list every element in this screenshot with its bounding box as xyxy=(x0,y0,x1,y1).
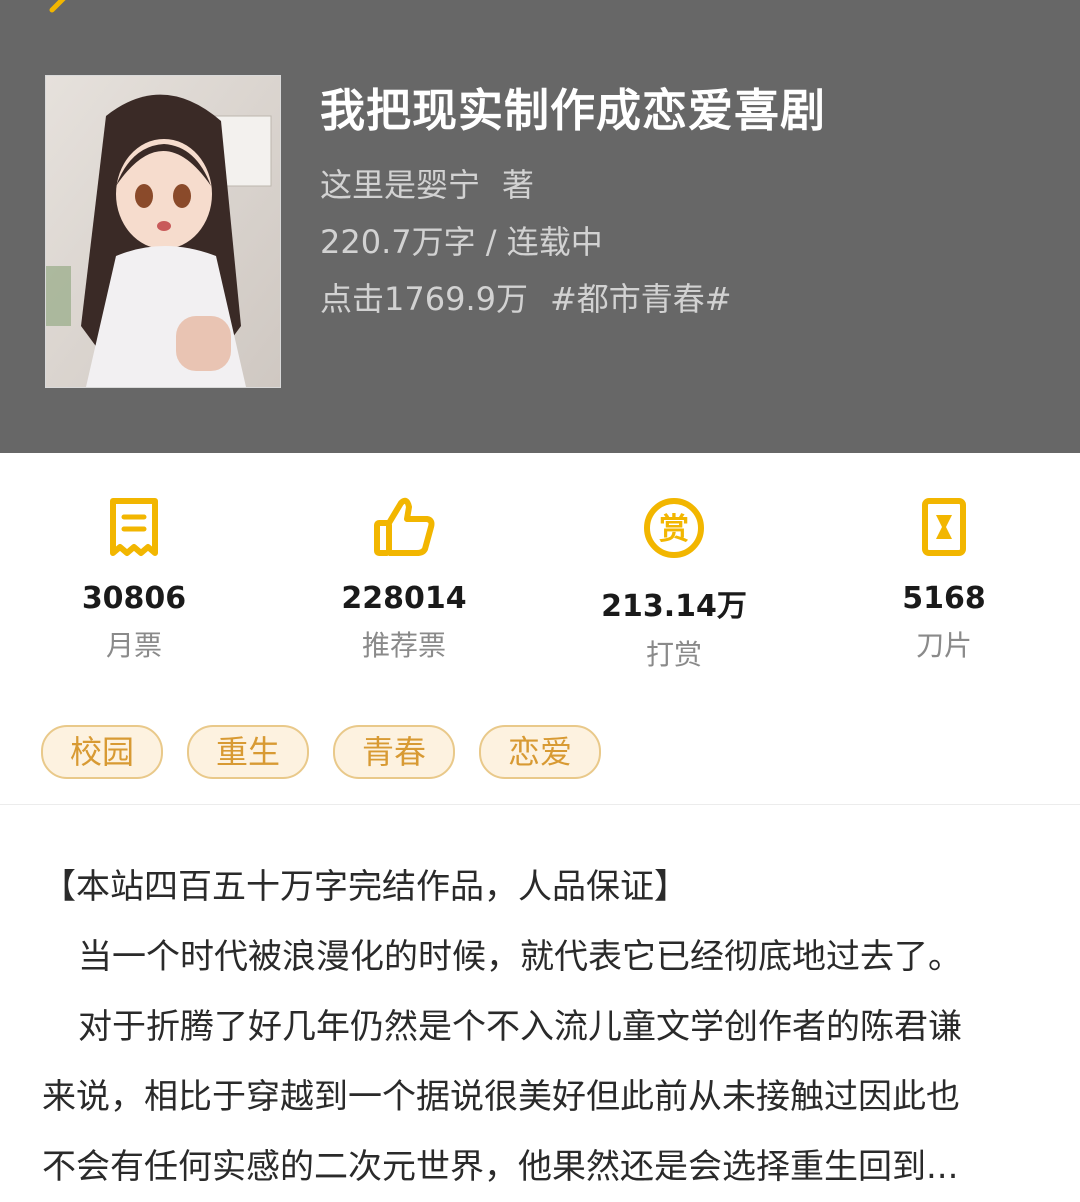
word-count: 220.7万字 xyxy=(320,223,476,261)
separator: / xyxy=(485,223,497,261)
svg-text:赏: 赏 xyxy=(659,512,689,547)
back-arrow-icon[interactable] xyxy=(38,0,78,26)
description-line: 来说，相比于穿越到一个据说很美好但此前从未接触过因此也 xyxy=(42,1077,960,1117)
stat-blade[interactable]: 5168 刀片 xyxy=(834,493,1054,664)
genre-tag[interactable]: #都市青春# xyxy=(550,280,732,318)
author-line: 这里是婴宁著 xyxy=(320,160,534,206)
recommend-ticket-count: 228014 xyxy=(341,581,467,616)
tag-youth[interactable]: 青春 xyxy=(333,725,455,779)
reward-label: 打赏 xyxy=(645,638,702,671)
size-status-line: 220.7万字 / 连载中 xyxy=(320,217,603,263)
stat-recommend-ticket[interactable]: 228014 推荐票 xyxy=(294,493,514,664)
recommend-ticket-label: 推荐票 xyxy=(361,629,446,662)
tag-campus[interactable]: 校园 xyxy=(41,725,163,779)
reward-amount: 213.14万 xyxy=(601,589,747,624)
author-name[interactable]: 这里是婴宁 xyxy=(320,166,480,204)
description-line: 当一个时代被浪漫化的时候，就代表它已经彻底地过去了。 xyxy=(78,937,962,977)
tag-rebirth[interactable]: 重生 xyxy=(187,725,309,779)
ticket-icon xyxy=(110,498,158,556)
section-divider xyxy=(0,804,1080,805)
blade-count: 5168 xyxy=(902,581,986,616)
book-header: 我把现实制作成恋爱喜剧 这里是婴宁著 220.7万字 / 连载中 点击1769.… xyxy=(0,0,1080,453)
stat-reward[interactable]: 赏 213.14万 打赏 xyxy=(564,493,784,673)
blade-icon xyxy=(922,498,966,556)
description-line: 对于折腾了好几年仍然是个不入流儿童文学创作者的陈君谦 xyxy=(78,1007,962,1047)
blade-label: 刀片 xyxy=(915,629,972,662)
tag-romance[interactable]: 恋爱 xyxy=(479,725,601,779)
click-count: 点击1769.9万 xyxy=(320,280,528,318)
stat-monthly-ticket[interactable]: 30806 月票 xyxy=(24,493,244,664)
description-line: 【本站四百五十万字完结作品，人品保证】 xyxy=(42,867,688,907)
book-title: 我把现实制作成恋爱喜剧 xyxy=(320,84,827,137)
thumbs-up-icon xyxy=(374,497,435,556)
book-description[interactable]: 【本站四百五十万字完结作品，人品保证】 当一个时代被浪漫化的时候，就代表它已经彻… xyxy=(42,852,1042,1202)
serial-status: 连载中 xyxy=(506,223,603,261)
description-line: 不会有任何实感的二次元世界，他果然还是会选择重生回到... xyxy=(42,1147,959,1187)
monthly-ticket-count: 30806 xyxy=(81,581,187,616)
book-cover-image[interactable] xyxy=(45,75,281,388)
author-suffix: 著 xyxy=(502,166,535,204)
click-genre-line: 点击1769.9万 #都市青春# xyxy=(320,274,732,320)
stats-row: 30806 月票 228014 推荐票 赏 213.14万 打赏 5168 刀片 xyxy=(0,453,1080,683)
monthly-ticket-label: 月票 xyxy=(105,629,162,662)
reward-coin-icon: 赏 xyxy=(644,498,704,558)
